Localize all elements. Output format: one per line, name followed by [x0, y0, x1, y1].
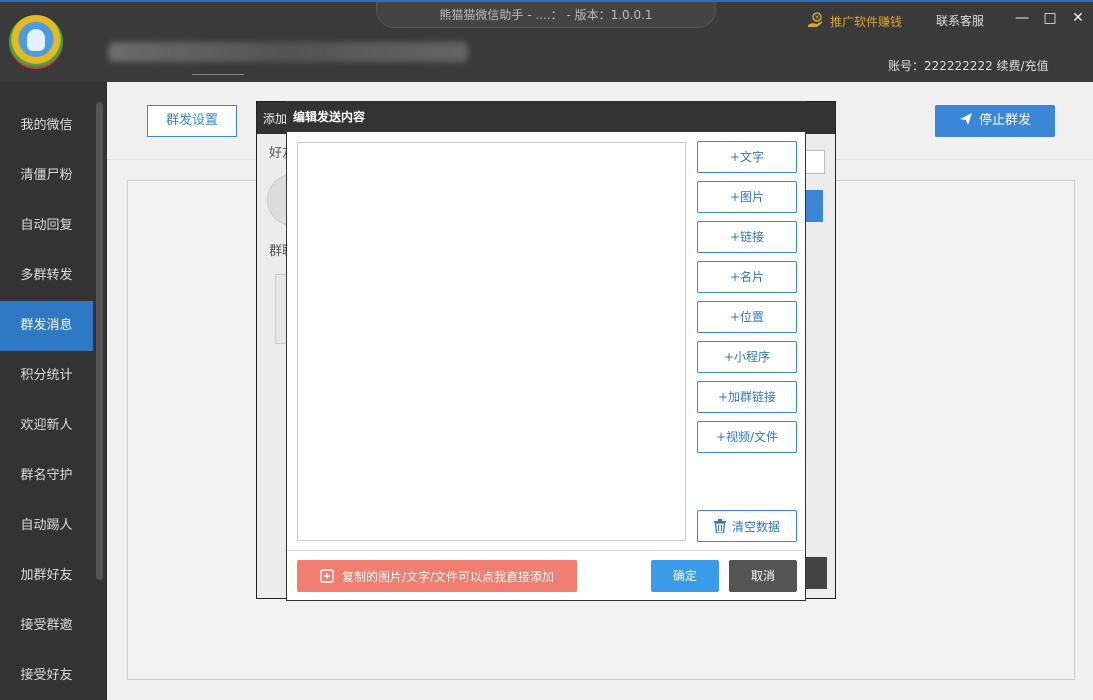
- sidebar-item-accept-friend[interactable]: 接受好友: [0, 651, 93, 700]
- sidebar-item-my-wechat[interactable]: 我的微信: [0, 101, 93, 151]
- sidebar-scrollbar[interactable]: [96, 102, 103, 580]
- blurred-underline: [192, 74, 244, 75]
- bg-action-button[interactable]: [803, 190, 823, 222]
- maximize-button[interactable]: □: [1040, 8, 1060, 28]
- hand-coin-icon: ¥: [808, 12, 822, 27]
- sidebar-item-auto-kick[interactable]: 自动踢人: [0, 501, 93, 551]
- paste-add-label: 复制的图片/文字/文件可以点我直接添加: [341, 569, 555, 584]
- bg-cancel-button[interactable]: [803, 557, 827, 589]
- add-image-button[interactable]: +图片: [697, 181, 797, 213]
- clear-data-label: 清空数据: [731, 519, 780, 534]
- sidebar-item-add-group-friends[interactable]: 加群好友: [0, 551, 93, 601]
- close-button[interactable]: ✕: [1068, 8, 1088, 28]
- logo-icon: [9, 15, 63, 69]
- sidebar-item-group-name-guard[interactable]: 群名守护: [0, 451, 93, 501]
- add-text-button[interactable]: +文字: [697, 141, 797, 173]
- contact-support-link[interactable]: 联系客服: [936, 12, 984, 29]
- add-link-button[interactable]: +链接: [697, 221, 797, 253]
- sidebar-item-multi-forward[interactable]: 多群转发: [0, 251, 93, 301]
- add-card-button[interactable]: +名片: [697, 261, 797, 293]
- sidebar-item-clean-zombie[interactable]: 清僵尸粉: [0, 151, 93, 201]
- send-plane-icon: [959, 113, 972, 125]
- paste-add-button[interactable]: 复制的图片/文字/文件可以点我直接添加: [297, 560, 577, 592]
- promo-label: 推广软件赚钱: [830, 14, 903, 29]
- add-location-button[interactable]: +位置: [697, 301, 797, 333]
- window-title: 熊猫猫微信助手 - ....： - 版本：1.0.0.1: [376, 2, 716, 28]
- dialog-divider: [287, 550, 805, 551]
- add-group-link-button[interactable]: +加群链接: [697, 381, 797, 413]
- blurred-user-info: [108, 42, 468, 62]
- stop-mass-send-label: 停止群发: [978, 113, 1031, 128]
- clear-data-button[interactable]: 清空数据: [697, 510, 797, 542]
- app-header: 熊猫猫微信助手 - ....： - 版本：1.0.0.1 ¥ 推广软件赚钱 联系…: [0, 0, 1093, 82]
- group-settings-button[interactable]: 群发设置: [147, 105, 237, 137]
- trash-icon: [713, 519, 726, 533]
- confirm-button[interactable]: 确定: [651, 560, 719, 592]
- stop-mass-send-button[interactable]: 停止群发: [935, 105, 1055, 137]
- add-file-icon: [320, 569, 334, 583]
- account-info[interactable]: 账号：222222222 续费/充值: [888, 57, 1049, 74]
- sidebar-item-mass-message[interactable]: 群发消息: [0, 301, 93, 351]
- sidebar-item-points[interactable]: 积分统计: [0, 351, 93, 401]
- add-video-file-button[interactable]: +视频/文件: [697, 421, 797, 453]
- content-editor[interactable]: [297, 142, 686, 541]
- edit-content-dialog: 编辑发送内容 +文字 +图片 +链接 +名片 +位置 +小程序 +加群链接 +视…: [286, 101, 806, 601]
- promo-link[interactable]: ¥ 推广软件赚钱: [806, 11, 902, 31]
- cancel-button[interactable]: 取消: [729, 560, 797, 592]
- sidebar-item-welcome[interactable]: 欢迎新人: [0, 401, 93, 451]
- dialog-title: 编辑发送内容: [287, 102, 805, 132]
- sidebar-item-auto-reply[interactable]: 自动回复: [0, 201, 93, 251]
- minimize-button[interactable]: —: [1012, 8, 1032, 28]
- sidebar: 我的微信 清僵尸粉 自动回复 多群转发 群发消息 积分统计 欢迎新人 群名守护 …: [0, 82, 107, 700]
- svg-text:¥: ¥: [815, 15, 819, 22]
- sidebar-item-accept-group-invite[interactable]: 接受群邀: [0, 601, 93, 651]
- add-miniprogram-button[interactable]: +小程序: [697, 341, 797, 373]
